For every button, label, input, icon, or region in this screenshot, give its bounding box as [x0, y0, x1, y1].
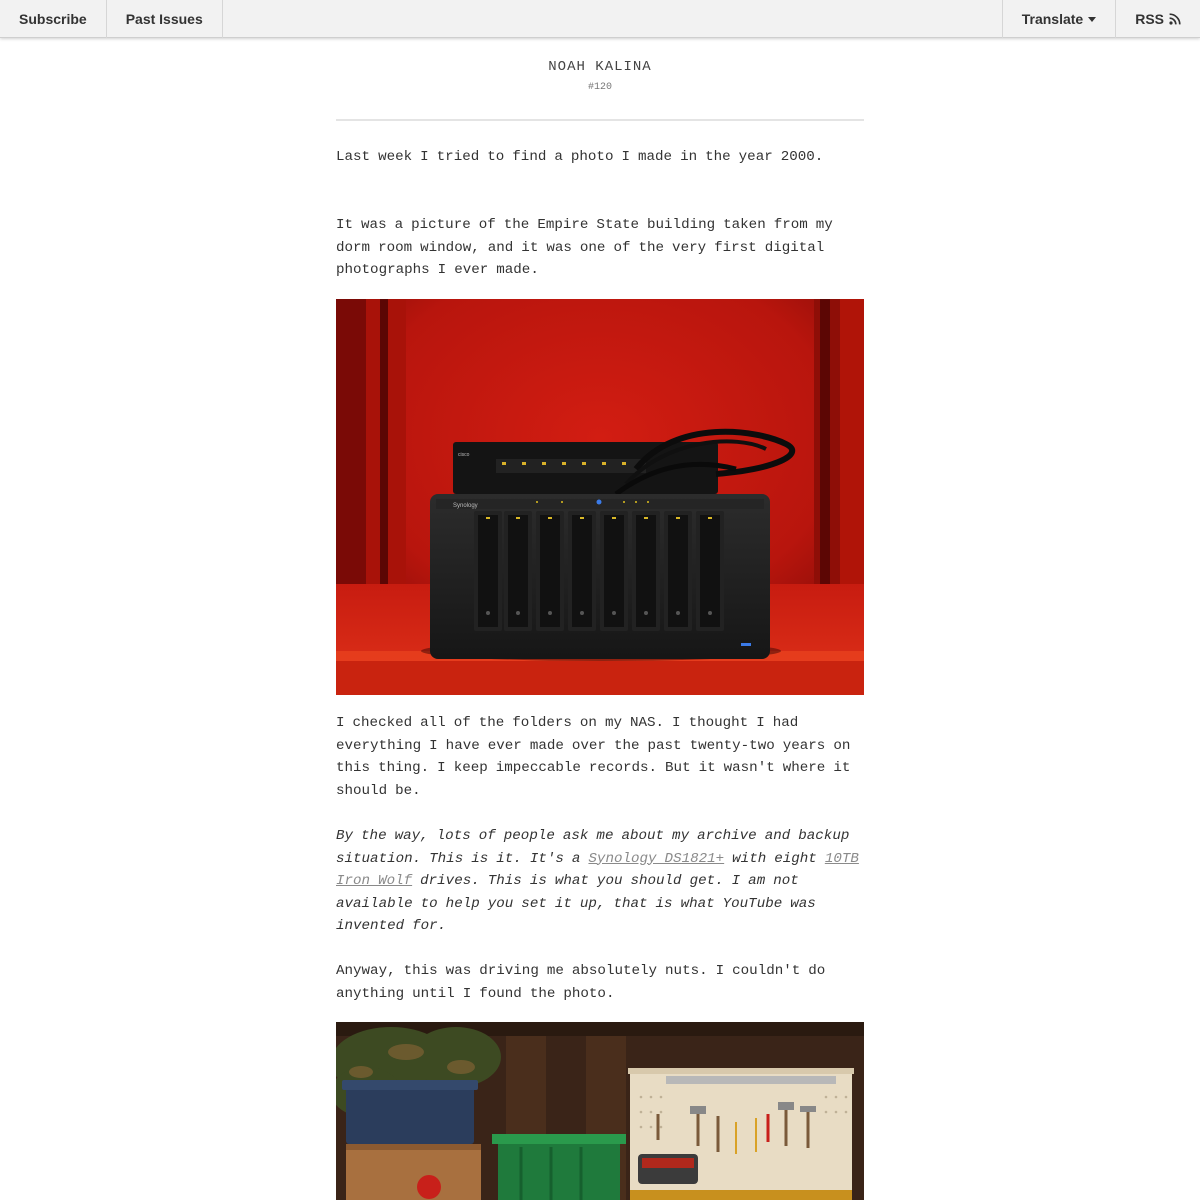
translate-dropdown[interactable]: Translate: [1001, 0, 1115, 38]
svg-text:Synology: Synology: [453, 503, 478, 509]
garage-photo: [336, 1022, 864, 1200]
paragraph-1: Last week I tried to find a photo I made…: [336, 149, 824, 165]
past-issues-label: Past Issues: [125, 11, 203, 27]
paragraph-4: By the way, lots of people ask me about …: [336, 825, 864, 938]
nas-photo: cisco Synology: [336, 299, 864, 695]
paragraph-3: I checked all of the folders on my NAS. …: [336, 715, 851, 799]
publication-title: NOAH KALINA: [548, 59, 652, 75]
translate-label: Translate: [1021, 11, 1084, 27]
svg-text:cisco: cisco: [458, 452, 470, 458]
paragraph-4-text-b: with eight: [724, 850, 825, 867]
rss-label: RSS: [1135, 11, 1164, 27]
paragraph-5: Anyway, this was driving me absolutely n…: [336, 963, 826, 1002]
nav-left-group: Subscribe Past Issues: [0, 0, 223, 38]
subscribe-label: Subscribe: [19, 11, 87, 27]
newsletter-header: NOAH KALINA #120: [336, 58, 864, 94]
caret-down-icon: [1088, 17, 1097, 22]
rss-button[interactable]: RSS: [1115, 0, 1200, 38]
issue-number: #120: [587, 82, 612, 93]
top-nav-bar: Subscribe Past Issues Translate RSS: [0, 0, 1200, 38]
rss-icon: [1169, 13, 1181, 25]
paragraph-2: It was a picture of the Empire State bui…: [336, 217, 833, 278]
synology-link[interactable]: Synology DS1821+: [588, 851, 724, 867]
header-divider: [336, 119, 864, 121]
nav-right-group: Translate RSS: [1001, 0, 1200, 38]
subscribe-button[interactable]: Subscribe: [0, 0, 107, 38]
past-issues-button[interactable]: Past Issues: [107, 0, 223, 38]
